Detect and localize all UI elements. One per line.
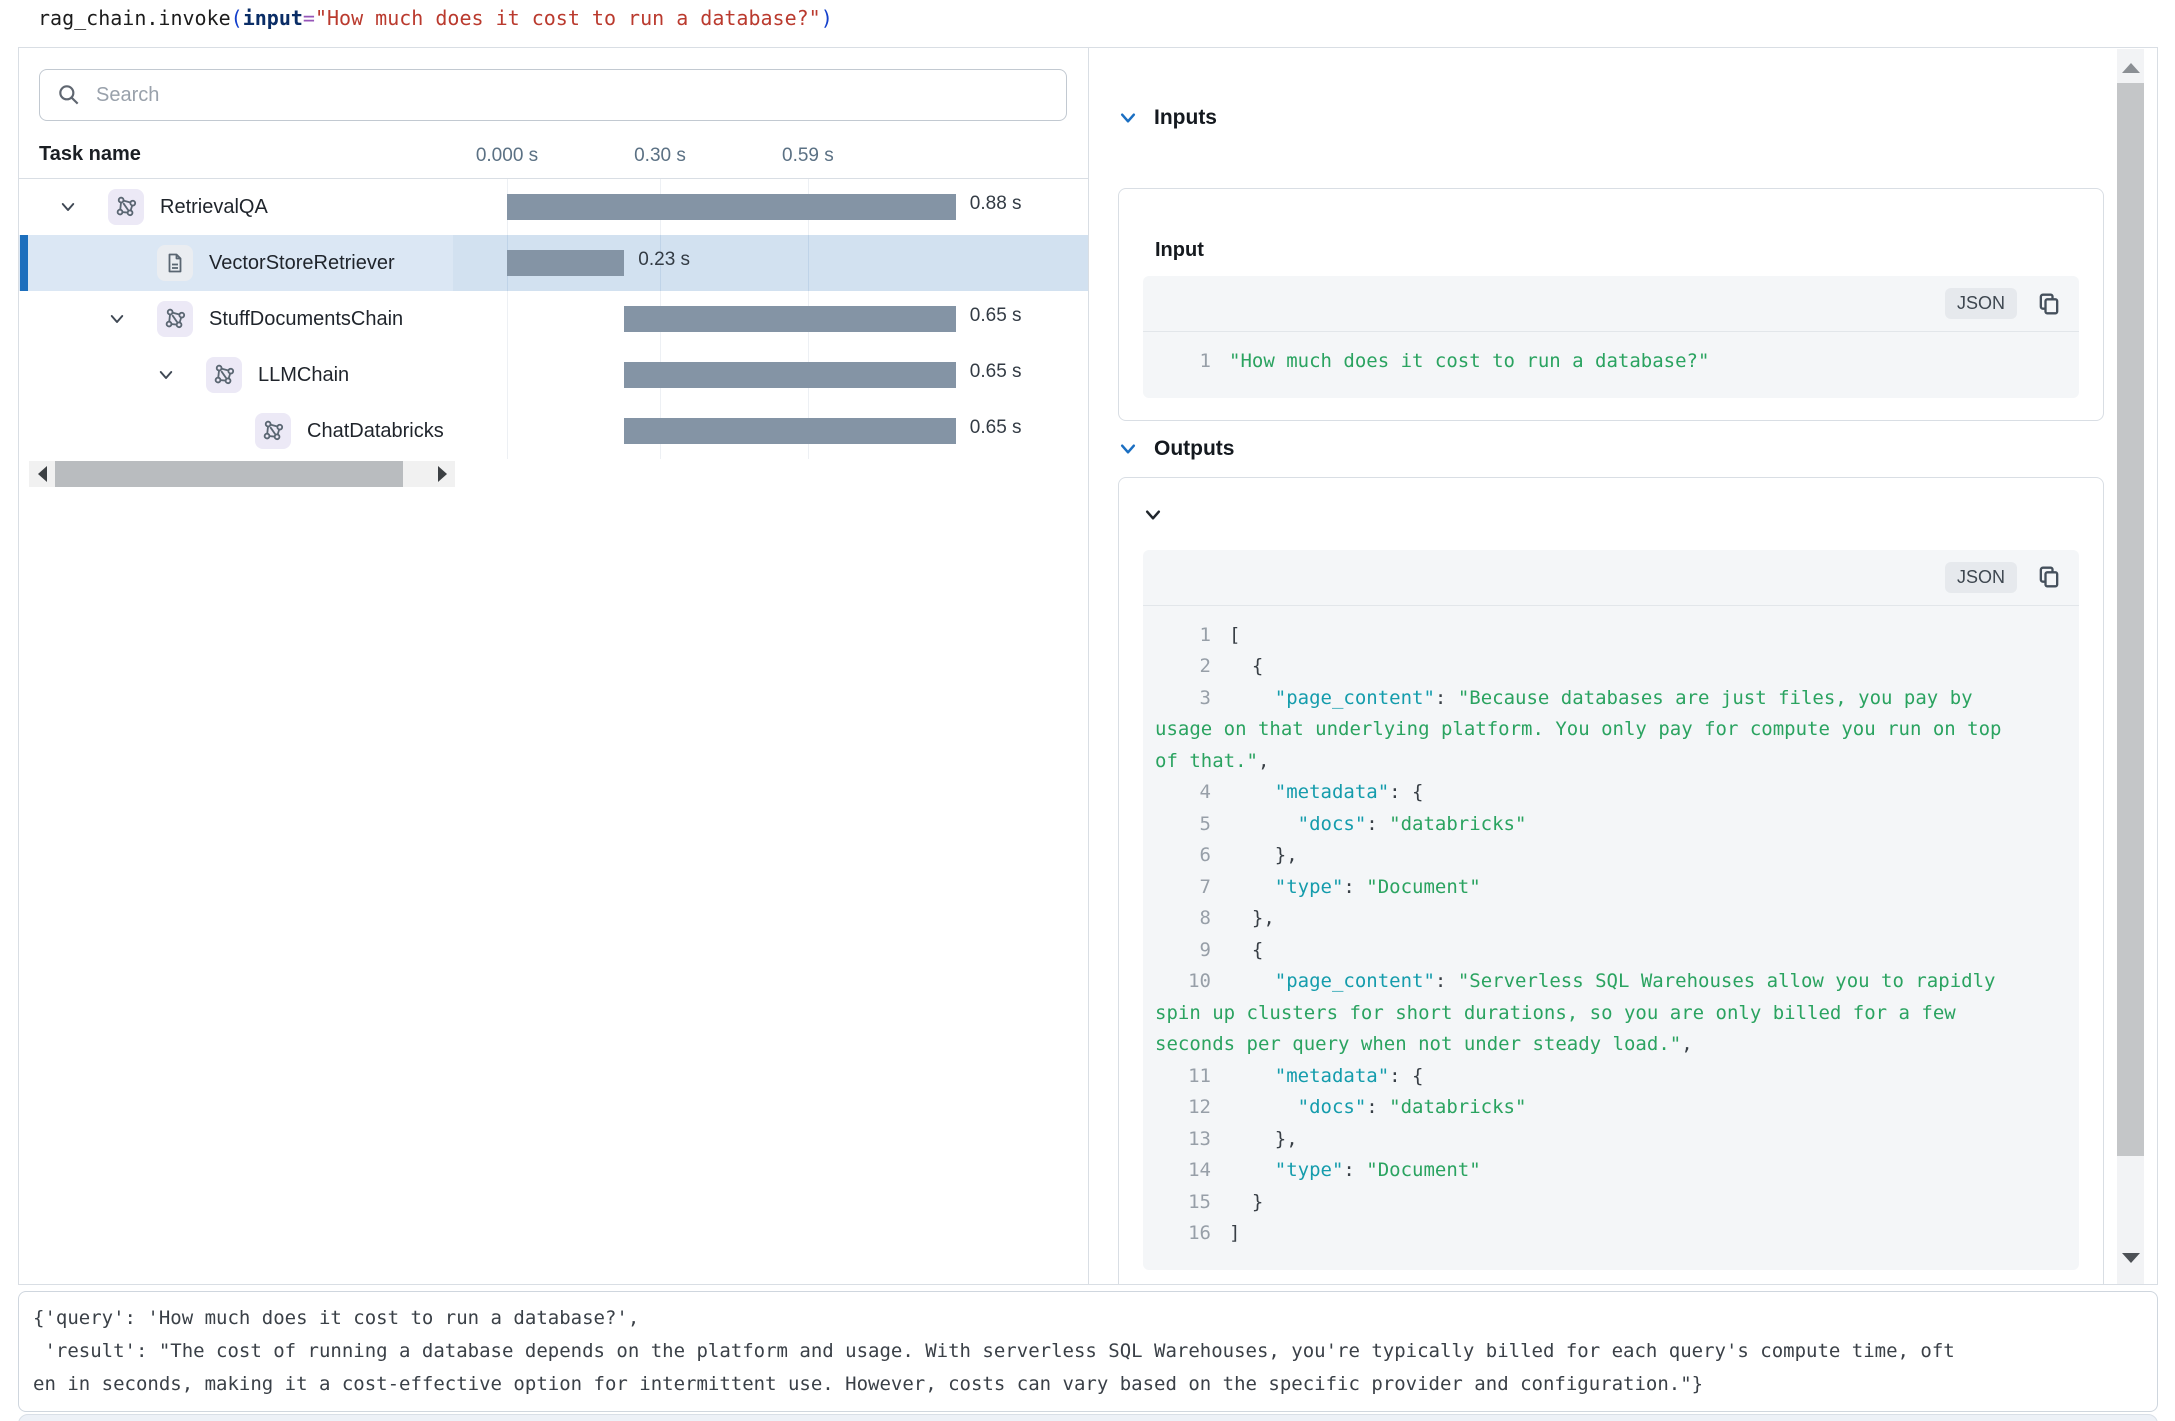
search-input[interactable] [96, 84, 1066, 107]
task-rows: RetrievalQA 0.88 s VectorStoreRetriever 0.2… [19, 179, 1088, 459]
code-line: 14 "type": "Document" [1155, 1155, 2067, 1187]
chain-node-icon [108, 189, 144, 225]
code-line: 16] [1155, 1218, 2067, 1250]
code-line: 11 "metadata": { [1155, 1061, 2067, 1093]
time-tick-label: 0.59 s [782, 145, 834, 167]
json-format-toggle[interactable]: JSON [1945, 288, 2017, 319]
task-name-label: ChatDatabricks [307, 420, 444, 443]
time-tick-label: 0.30 s [634, 145, 686, 167]
duration-label: 0.65 s [970, 305, 1022, 327]
input-card: Input JSON 1"How much does it cost to ru… [1118, 188, 2104, 421]
scroll-up-button[interactable] [2122, 63, 2140, 73]
outputs-section-title: Outputs [1154, 437, 1234, 461]
chain-node-icon [157, 301, 193, 337]
code-line: 9 { [1155, 935, 2067, 967]
retriever-document-icon [157, 245, 193, 281]
tree-expand-chevron-icon [203, 419, 227, 443]
chevron-down-icon[interactable] [1118, 439, 1138, 459]
trace-viewer: Task name 0.000 s 0.30 s 0.59 s RetrievalQ… [18, 47, 2158, 1285]
next-cell-edge [18, 1414, 2158, 1421]
code-line: 6 }, [1155, 840, 2067, 872]
task-row-stuffdocumentschain[interactable]: StuffDocumentsChain 0.65 s [19, 291, 1088, 347]
code-line: 12 "docs": "databricks" [1155, 1092, 2067, 1124]
gantt-header: Task name 0.000 s 0.30 s 0.59 s [19, 143, 1088, 179]
vertical-scrollbar-thumb[interactable] [2117, 83, 2144, 1156]
duration-bar [624, 418, 956, 444]
code-line: 1"How much does it cost to run a databas… [1155, 346, 2067, 378]
tree-expand-chevron-icon[interactable] [105, 307, 129, 331]
code-line: 1[ [1155, 620, 2067, 652]
input-field-label: Input [1155, 239, 2079, 262]
notebook-code-line: rag_chain.invoke(input="How much does it… [38, 5, 833, 31]
outputs-card: JSON 1[2 {3 "page_content": "Because dat… [1118, 477, 2104, 1285]
task-row-chatdatabricks[interactable]: ChatDatabricks 0.65 s [19, 403, 1088, 459]
task-row-retrievalqa[interactable]: RetrievalQA 0.88 s [19, 179, 1088, 235]
search-box[interactable] [39, 69, 1067, 121]
code-line: usage on that underlying platform. You o… [1155, 714, 2067, 746]
task-tree-pane: Task name 0.000 s 0.30 s 0.59 s RetrievalQ… [19, 48, 1089, 1284]
scroll-down-button[interactable] [2122, 1253, 2140, 1263]
code-line: 7 "type": "Document" [1155, 872, 2067, 904]
task-name-label: VectorStoreRetriever [209, 252, 395, 275]
code-line: 8 }, [1155, 903, 2067, 935]
code-line: 10 "page_content": "Serverless SQL Wareh… [1155, 966, 2067, 998]
search-icon [56, 82, 82, 108]
tree-expand-chevron-icon[interactable] [56, 195, 80, 219]
cell-output-result: {'query': 'How much does it cost to run … [18, 1291, 2158, 1412]
input-code-block: JSON 1"How much does it cost to run a da… [1143, 276, 2079, 398]
inputs-section-header[interactable]: Inputs [1118, 106, 2104, 130]
code-line: of that.", [1155, 746, 2067, 778]
code-line: seconds per query when not under steady … [1155, 1029, 2067, 1061]
code-line: 4 "metadata": { [1155, 777, 2067, 809]
duration-label: 0.65 s [970, 361, 1022, 383]
inputs-section-title: Inputs [1154, 106, 1217, 130]
duration-bar [507, 194, 956, 220]
task-row-llmchain[interactable]: LLMChain 0.65 s [19, 347, 1088, 403]
chevron-down-icon[interactable] [1118, 108, 1138, 128]
duration-bar [624, 362, 956, 388]
output-code-block: JSON 1[2 {3 "page_content": "Because dat… [1143, 550, 2079, 1270]
duration-bar [507, 250, 624, 276]
tree-expand-chevron-icon [105, 251, 129, 275]
span-details-pane: Inputs Input JSON 1"How much does [1089, 48, 2159, 1284]
horizontal-scrollbar[interactable] [29, 461, 455, 487]
horizontal-scrollbar-thumb[interactable] [55, 461, 403, 487]
scroll-right-button[interactable] [429, 461, 455, 487]
code-line: spin up clusters for short durations, so… [1155, 998, 2067, 1030]
task-name-column-header: Task name [39, 143, 141, 166]
chain-node-icon [206, 357, 242, 393]
collapse-chevron-icon[interactable] [1143, 505, 1163, 525]
code-line: 3 "page_content": "Because databases are… [1155, 683, 2067, 715]
vertical-scrollbar[interactable] [2117, 49, 2144, 1284]
duration-label: 0.23 s [638, 249, 690, 271]
task-row-vectorstoreretriever[interactable]: VectorStoreRetriever 0.23 s [19, 235, 1088, 291]
duration-label: 0.88 s [970, 193, 1022, 215]
task-name-label: StuffDocumentsChain [209, 308, 403, 331]
json-format-toggle[interactable]: JSON [1945, 562, 2017, 593]
task-name-label: LLMChain [258, 364, 349, 387]
duration-bar [624, 306, 956, 332]
code-line: 2 { [1155, 651, 2067, 683]
code-line: 5 "docs": "databricks" [1155, 809, 2067, 841]
time-tick-label: 0.000 s [476, 145, 538, 167]
task-name-label: RetrievalQA [160, 196, 268, 219]
outputs-section-header[interactable]: Outputs [1118, 437, 2104, 461]
tree-expand-chevron-icon[interactable] [154, 363, 178, 387]
result-text-line: 'result': "The cost of running a databas… [33, 1335, 2143, 1368]
result-text-line: {'query': 'How much does it cost to run … [33, 1302, 2143, 1335]
copy-icon[interactable] [2033, 288, 2065, 320]
copy-icon[interactable] [2033, 561, 2065, 593]
duration-label: 0.65 s [970, 417, 1022, 439]
result-text-line: en in seconds, making it a cost-effectiv… [33, 1368, 2143, 1401]
code-line: 15 } [1155, 1187, 2067, 1219]
code-line: 13 }, [1155, 1124, 2067, 1156]
chain-node-icon [255, 413, 291, 449]
scroll-left-button[interactable] [29, 461, 55, 487]
